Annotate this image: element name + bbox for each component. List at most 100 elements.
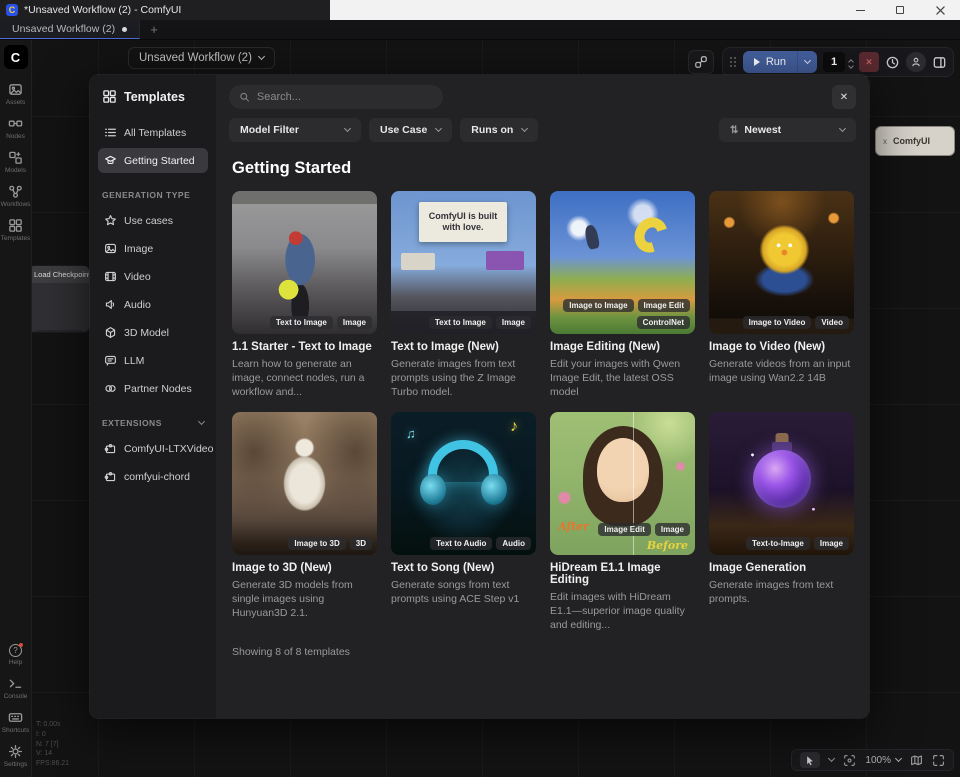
share-button[interactable] [688,50,714,74]
templates-sidebar-item-video[interactable]: Video [98,264,208,289]
template-card-image-editing-new[interactable]: Image to Image Image Edit ControlNet Ima… [550,191,695,400]
templates-sidebar-item-getting-started[interactable]: Getting Started [98,148,208,173]
templates-sidebar-item-3d-model[interactable]: 3D Model [98,320,208,345]
badge-group: Image to Video Video [743,316,849,329]
titlebar-left: C *Unsaved Workflow (2) - ComfyUI [0,0,330,20]
template-title: 1.1 Starter - Text to Image [232,341,377,353]
sidebar-item-nodes[interactable]: Nodes [0,111,31,145]
sidebar-item-assets[interactable]: Assets [0,77,31,111]
templates-icon [102,89,117,104]
use-case-dropdown[interactable]: Use Case [369,118,452,142]
fit-view-button[interactable] [932,754,945,767]
unsaved-dot-icon[interactable] [122,27,127,32]
templates-sidebar-item-audio[interactable]: Audio [98,292,208,317]
template-thumbnail[interactable]: After Before Image Edit Image [550,412,695,555]
model-filter-dropdown[interactable]: Model Filter [229,118,361,142]
sidebar-item-shortcuts[interactable]: Shortcuts [0,705,31,739]
minimize-button[interactable] [840,0,880,20]
template-title: Image Editing (New) [550,341,695,353]
new-tab-button[interactable]: + [140,20,168,39]
workflow-title-menu[interactable]: Unsaved Workflow (2) [128,47,275,69]
account-button[interactable] [906,52,926,72]
select-tool-button[interactable] [800,752,820,768]
sort-dropdown[interactable]: ⇅ Newest [719,118,856,142]
workflow-tab[interactable]: Unsaved Workflow (2) [0,20,140,39]
sidebar-item-label: Settings [4,761,28,768]
template-card-text-to-song-new[interactable]: ♪ ♫ Text to Audio Audio Text to Song (Ne… [391,412,536,633]
sidebar-item-console[interactable]: Console [0,671,31,705]
sidebar-item-templates[interactable]: Templates [0,213,31,247]
minimap-button[interactable] [910,754,923,767]
dialog-close-button[interactable]: ✕ [832,85,856,109]
queue-count-steppers[interactable] [849,57,853,68]
maximize-button[interactable] [880,0,920,20]
template-card-starter-text-to-image[interactable]: Text to Image Image 1.1 Starter - Text t… [232,191,377,400]
template-badge: Image to 3D [288,537,345,550]
templates-sidebar-item-partner-nodes[interactable]: Partner Nodes [98,376,208,401]
template-thumbnail[interactable]: Image to 3D 3D [232,412,377,555]
titlebar: C *Unsaved Workflow (2) - ComfyUI [0,0,960,20]
template-thumbnail[interactable]: Image to Image Image Edit ControlNet [550,191,695,334]
templates-sidebar-item-llm[interactable]: LLM [98,348,208,373]
badge-group: Text to Image Image [429,316,531,329]
focus-icon[interactable] [843,754,856,767]
canvas-controls: 100% [791,749,954,771]
sidebar-item-workflows[interactable]: Workflows [0,179,31,213]
comfyui-logo-icon: C [6,4,18,16]
sidebar-item-label: ComfyUI-LTXVideo [124,443,213,455]
search-input[interactable] [257,91,433,103]
sidebar-logo-icon[interactable]: C [4,45,28,69]
checkpoint-value[interactable]: v1-5-pruned-em... [33,330,85,333]
templates-sidebar-item-comfyui-chord[interactable]: comfyui-chord [98,464,208,489]
template-thumbnail[interactable]: ComfyUI is built with love. Text to Imag… [391,191,536,334]
filter-label: Model Filter [240,124,299,136]
template-thumbnail[interactable]: Text to Image Image [232,191,377,334]
template-thumbnail[interactable]: Image to Video Video [709,191,854,334]
comfyui-note-node[interactable]: x ComfyUI [875,126,955,156]
drag-handle-icon[interactable] [729,56,737,68]
runs-on-dropdown[interactable]: Runs on [460,118,538,142]
templates-sidebar-item-ltxvideo[interactable]: ComfyUI-LTXVideo [98,436,208,461]
gear-icon [8,744,23,759]
template-title: Text to Song (New) [391,562,536,574]
chevron-down-icon[interactable] [828,755,835,762]
badge-group: Text to Image Image [270,316,372,329]
template-thumbnail[interactable]: ♪ ♫ Text to Audio Audio [391,412,536,555]
billboard-art-small [401,253,435,270]
template-card-image-to-video-new[interactable]: Image to Video Video Image to Video (New… [709,191,854,400]
template-title: Image to Video (New) [709,341,854,353]
template-thumbnail[interactable]: Text-to-Image Image [709,412,854,555]
template-card-image-to-3d-new[interactable]: Image to 3D 3D Image to 3D (New) Generat… [232,412,377,633]
sidebar-item-settings[interactable]: Settings [0,739,31,773]
template-card-text-to-image-new[interactable]: ComfyUI is built with love. Text to Imag… [391,191,536,400]
load-checkpoint-node[interactable]: Load Checkpoint v1-5-pruned-em... [28,265,90,333]
node-close-label[interactable]: x [883,137,887,146]
stat-line: T: 0.00s [36,720,69,730]
template-card-image-generation[interactable]: Text-to-Image Image Image Generation Gen… [709,412,854,633]
templates-sidebar-item-image[interactable]: Image [98,236,208,261]
zoom-level-control[interactable]: 100% [865,755,901,766]
run-button[interactable]: Run [743,51,797,73]
sort-icon: ⇅ [730,125,738,136]
chevron-down-icon [839,125,846,132]
close-window-button[interactable] [920,0,960,20]
sidebar-item-models[interactable]: Models [0,145,31,179]
template-badge: Video [815,316,849,329]
template-badge: 3D [350,537,372,550]
sidebar-item-label: LLM [124,355,144,367]
cancel-run-button[interactable]: ✕ [859,52,879,72]
toggle-panel-button[interactable] [932,55,947,70]
run-options-button[interactable] [797,51,817,73]
section-extensions[interactable]: EXTENSIONS [102,418,204,428]
template-search[interactable] [229,85,443,109]
nodes-icon [8,116,23,131]
template-title: HiDream E1.1 Image Editing [550,562,695,586]
sidebar-item-help[interactable]: ? Help [0,639,31,671]
templates-sidebar-item-all-templates[interactable]: All Templates [98,120,208,145]
close-icon: ✕ [865,57,873,68]
template-card-hidream-e11[interactable]: After Before Image Edit Image HiDream E1… [550,412,695,633]
history-button[interactable] [885,55,900,70]
queue-count-input[interactable]: 1 [823,52,845,72]
titlebar-right [330,0,960,20]
templates-sidebar-item-use-cases[interactable]: Use cases [98,208,208,233]
